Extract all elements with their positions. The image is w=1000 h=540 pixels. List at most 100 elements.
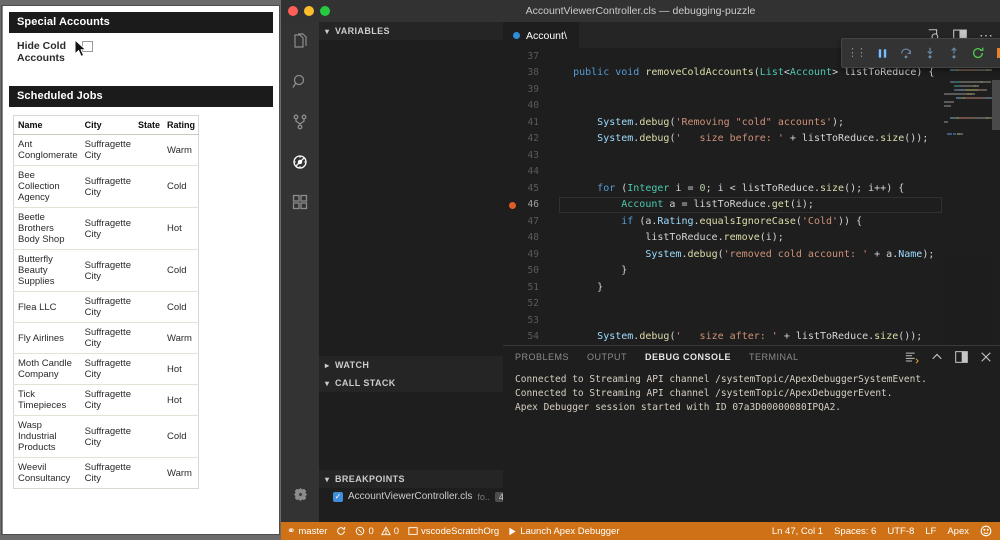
breakpoint-dot-icon[interactable] [509,201,516,209]
code-line[interactable]: 44 [503,164,942,181]
table-row[interactable]: Tick Timepieces Suffragette City Hot [13,384,199,416]
column-header-state[interactable]: State [133,115,163,135]
close-panel-icon[interactable] [980,351,992,363]
table-row[interactable]: Ant Conglomerate Suffragette City Warm [13,134,199,166]
status-indentation[interactable]: Spaces: 6 [834,526,876,537]
status-problems[interactable]: 0 0 [355,526,399,537]
code-line[interactable]: 48 listToReduce.remove(i); [503,230,942,247]
job-rating: Warm [167,467,192,479]
grip-handle[interactable]: ⋮⋮ [844,48,870,59]
stop-button[interactable] [990,41,1000,65]
code-line[interactable]: 51 } [503,279,942,296]
code-line[interactable]: 47 if (a.Rating.equalsIgnoreCase('Cold')… [503,213,942,230]
step-into-button[interactable] [918,41,942,65]
status-encoding[interactable]: UTF-8 [887,526,914,537]
line-number: 45 [527,182,539,194]
tab-terminal[interactable]: TERMINAL [749,352,799,362]
step-over-button[interactable] [894,41,918,65]
variables-pane-title: VARIABLES [335,26,390,36]
pause-button[interactable] [870,41,894,65]
explorer-icon[interactable] [281,22,319,62]
gear-icon[interactable] [281,474,319,514]
maximize-panel-icon[interactable] [955,351,968,363]
call-stack-list [319,392,503,470]
code-line[interactable]: 49 System.debug('removed cold account: '… [503,246,942,263]
table-row[interactable]: Bee Collection Agency Suffragette City Col… [13,165,199,208]
code-line[interactable]: 45 for (Integer i = 0; i < listToReduce.… [503,180,942,197]
table-row[interactable]: Butterfly Beauty Supplies Suffragette Cit… [13,249,199,292]
code-text: if (a.Rating.equalsIgnoreCase('Cold')) { [621,215,863,227]
breakpoints-pane-header[interactable]: ▾ BREAKPOINTS [319,470,503,488]
code-line[interactable]: 40 [503,98,942,115]
panel-actions [905,346,992,368]
source-control-icon[interactable] [281,102,319,142]
status-sync[interactable] [336,526,346,536]
editor-scrollbar-thumb[interactable] [992,80,1000,130]
code-editor[interactable]: 37 38 public void removeColdAccounts(List… [503,48,1000,345]
watch-pane-header[interactable]: ▸ WATCH [319,356,503,374]
restart-button[interactable] [966,41,990,65]
code-line[interactable]: 41 System.debug('Removing "cold" account… [503,114,942,131]
job-city: Suffragette City [80,322,134,354]
code-line[interactable]: 50 } [503,263,942,280]
column-header-rating[interactable]: Rating [163,115,199,135]
code-line[interactable]: 43 [503,147,942,164]
code-line[interactable]: 52 [503,296,942,313]
table-row[interactable]: Weevil Consultancy Suffragette City Warm [14,458,199,489]
breakpoint-checkbox[interactable]: ✓ [333,491,343,502]
run-debug-icon[interactable] [281,142,319,182]
table-row[interactable]: Fly Airlines Suffragette City Warm [13,322,199,354]
minimap-line [942,112,992,115]
status-debug-session[interactable]: Launch Apex Debugger [508,526,620,537]
table-row[interactable]: Flea LLC Suffragette City Cold [13,291,199,323]
job-rating: Warm [163,134,199,166]
tab-problems[interactable]: PROBLEMS [515,352,569,362]
code-line[interactable]: 39 [503,81,942,98]
play-icon [508,527,517,536]
code-line[interactable]: 54 System.debug(' size after: ' + listTo… [503,329,942,346]
call-stack-pane-header[interactable]: ▾ CALL STACK [319,374,503,392]
job-name: Butterfly Beauty Supplies [13,249,81,292]
tab-debug-console[interactable]: DEBUG CONSOLE [645,352,731,362]
search-icon[interactable] [281,62,319,102]
column-header-name[interactable]: Name [13,115,81,135]
chevron-right-icon: ▸ [325,360,330,370]
job-city: Suffragette City [80,291,134,323]
step-out-button[interactable] [942,41,966,65]
collapse-panel-icon[interactable] [931,351,943,363]
status-org[interactable]: vscodeScratchOrg [408,526,499,537]
tab-output[interactable]: OUTPUT [587,352,627,362]
status-language-mode[interactable]: Apex [947,526,969,537]
branch-icon: ⚭ [287,525,296,537]
table-row[interactable]: Moth Candle Company Suffragette City Hot [13,353,199,385]
unsaved-dot-icon [513,32,520,39]
variables-pane-header[interactable]: ▾ VARIABLES [319,22,503,40]
editor-scrollbar[interactable] [992,48,1000,345]
status-cursor-position[interactable]: Ln 47, Col 1 [772,526,823,537]
minimap[interactable] [942,48,992,345]
job-state [133,291,163,323]
code-line[interactable]: 42 System.debug(' size before: ' + listT… [503,131,942,148]
job-rating: Cold [163,415,199,458]
clear-console-icon[interactable] [905,351,919,364]
warning-icon [380,526,391,536]
line-number: 41 [527,116,539,128]
smiley-icon[interactable] [980,525,992,537]
code-line[interactable]: 46 Account a = listToReduce.get(i); [503,197,942,214]
table-row[interactable]: Wasp Industrial Products Suffragette City… [13,415,199,458]
variables-list [319,40,503,356]
extensions-icon[interactable] [281,182,319,222]
status-eol[interactable]: LF [925,526,936,537]
column-header-city[interactable]: City [80,115,134,135]
table-row[interactable]: Beetle Brothers Body Shop Suffragette Cit… [13,207,199,250]
tab-accountviewercontroller[interactable]: Account\ [503,22,579,48]
breakpoint-item[interactable]: ✓ AccountViewerController.cls fo.. 46 › [319,488,523,505]
debug-toolbar[interactable]: ⋮⋮ [841,38,1000,68]
job-state [133,415,163,458]
code-line[interactable]: 53 [503,312,942,329]
job-rating: Cold [163,249,199,292]
job-state [133,134,163,166]
status-branch[interactable]: ⚭ master [287,526,327,537]
minimap-line [942,124,992,127]
job-name: Tick Timepieces [13,384,81,416]
